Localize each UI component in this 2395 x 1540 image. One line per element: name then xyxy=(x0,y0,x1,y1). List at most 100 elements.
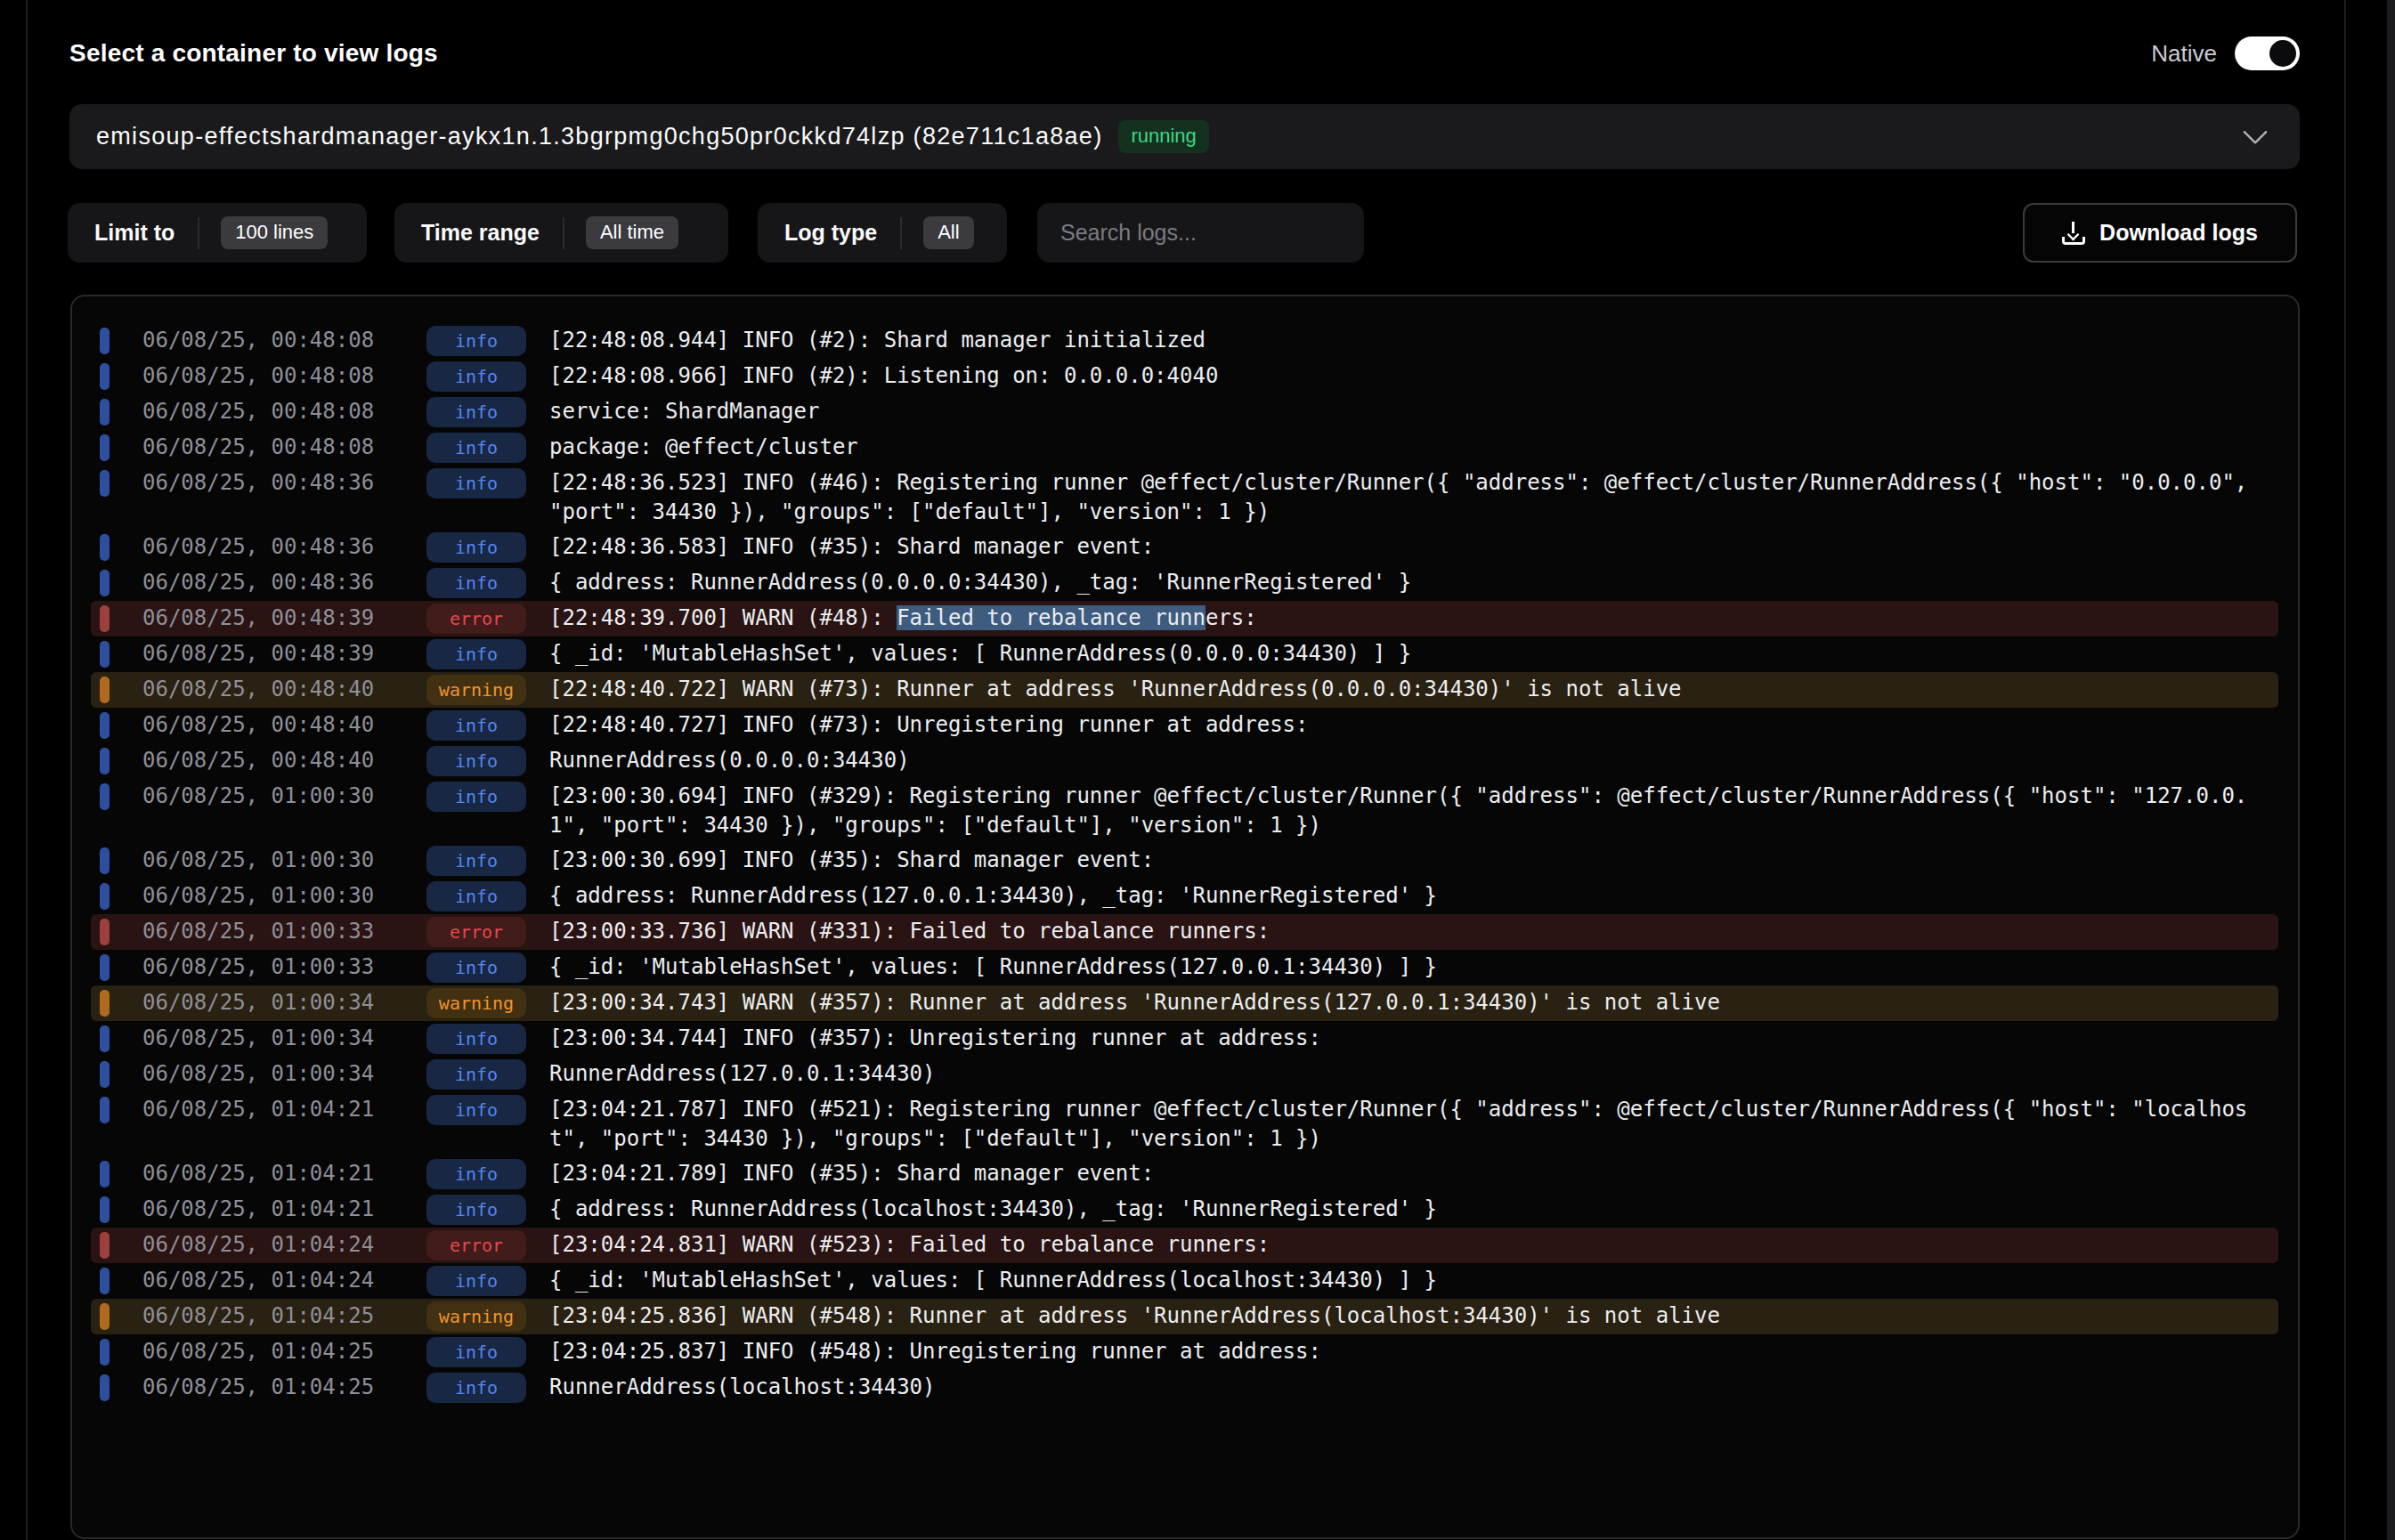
log-row: 06/08/25, 00:48:36info{ address: RunnerA… xyxy=(91,565,2278,601)
log-row: 06/08/25, 01:00:30info[23:00:30.699] INF… xyxy=(91,843,2278,879)
log-message: [23:00:34.744] INFO (#357): Unregisterin… xyxy=(549,1024,2252,1053)
log-row: 06/08/25, 00:48:08info[22:48:08.966] INF… xyxy=(91,359,2278,394)
log-level-bar xyxy=(100,748,110,774)
log-message: package: @effect/cluster xyxy=(549,433,2252,462)
log-level-bar xyxy=(100,1097,110,1123)
log-row: 06/08/25, 00:48:36info[22:48:36.523] INF… xyxy=(91,466,2278,530)
log-level-bar xyxy=(100,434,110,461)
log-level-badge: info xyxy=(426,846,526,876)
native-toggle[interactable] xyxy=(2235,36,2300,70)
log-timestamp: 06/08/25, 00:48:40 xyxy=(142,710,426,740)
log-message: { _id: 'MutableHashSet', values: [ Runne… xyxy=(549,639,2252,669)
log-row: 06/08/25, 00:48:39error[22:48:39.700] WA… xyxy=(91,601,2278,636)
native-toggle-label: Native xyxy=(2151,40,2217,68)
log-type-filter-value[interactable]: All xyxy=(923,216,973,249)
log-level-badge: info xyxy=(426,361,526,392)
log-timestamp: 06/08/25, 01:00:33 xyxy=(142,917,426,946)
log-level-badge: info xyxy=(426,1195,526,1225)
divider xyxy=(198,217,199,249)
search-input[interactable] xyxy=(1060,220,1341,246)
log-level-bar xyxy=(100,712,110,739)
log-row: 06/08/25, 01:00:30info[23:00:30.694] INF… xyxy=(91,779,2278,843)
time-range-filter-label: Time range xyxy=(394,220,563,246)
log-timestamp: 06/08/25, 01:00:34 xyxy=(142,988,426,1017)
log-row: 06/08/25, 01:00:34warning[23:00:34.743] … xyxy=(91,985,2278,1021)
log-timestamp: 06/08/25, 00:48:39 xyxy=(142,604,426,633)
log-timestamp: 06/08/25, 01:00:30 xyxy=(142,881,426,911)
time-range-filter[interactable]: Time range All time xyxy=(394,203,728,263)
log-message: { address: RunnerAddress(localhost:34430… xyxy=(549,1195,2252,1224)
log-timestamp: 06/08/25, 00:48:36 xyxy=(142,532,426,562)
log-message: [23:04:25.836] WARN (#548): Runner at ad… xyxy=(549,1301,2252,1331)
log-timestamp: 06/08/25, 01:00:33 xyxy=(142,952,426,982)
log-timestamp: 06/08/25, 00:48:08 xyxy=(142,397,426,426)
log-timestamp: 06/08/25, 00:48:36 xyxy=(142,568,426,597)
log-level-badge: info xyxy=(426,1266,526,1296)
log-type-filter[interactable]: Log type All xyxy=(758,203,1007,263)
log-timestamp: 06/08/25, 01:04:25 xyxy=(142,1301,426,1331)
log-timestamp: 06/08/25, 00:48:40 xyxy=(142,675,426,704)
log-timestamp: 06/08/25, 01:04:25 xyxy=(142,1373,426,1402)
log-message: [23:00:34.743] WARN (#357): Runner at ad… xyxy=(549,988,2252,1017)
search-box xyxy=(1037,203,1364,263)
log-level-badge: info xyxy=(426,1095,526,1125)
toggle-knob xyxy=(2269,40,2296,67)
log-level-badge: info xyxy=(426,1159,526,1189)
log-level-bar xyxy=(100,1025,110,1052)
log-level-badge: error xyxy=(426,1230,526,1260)
log-level-bar xyxy=(100,1268,110,1294)
log-message: { _id: 'MutableHashSet', values: [ Runne… xyxy=(549,1266,2252,1295)
native-toggle-group: Native xyxy=(2151,36,2300,70)
log-level-badge: info xyxy=(426,782,526,812)
log-level-bar xyxy=(100,328,110,354)
log-level-bar xyxy=(100,399,110,426)
log-timestamp: 06/08/25, 01:00:34 xyxy=(142,1059,426,1089)
log-message: [23:00:30.699] INFO (#35): Shard manager… xyxy=(549,846,2252,875)
log-row: 06/08/25, 01:00:34infoRunnerAddress(127.… xyxy=(91,1057,2278,1092)
log-timestamp: 06/08/25, 01:00:34 xyxy=(142,1024,426,1053)
log-level-badge: info xyxy=(426,1024,526,1054)
log-row: 06/08/25, 00:48:36info[22:48:36.583] INF… xyxy=(91,530,2278,565)
log-timestamp: 06/08/25, 01:04:25 xyxy=(142,1337,426,1366)
log-message: [23:04:24.831] WARN (#523): Failed to re… xyxy=(549,1230,2252,1260)
log-timestamp: 06/08/25, 01:04:21 xyxy=(142,1159,426,1188)
log-message: RunnerAddress(127.0.0.1:34430) xyxy=(549,1059,2252,1089)
log-level-badge: info xyxy=(426,746,526,776)
log-message: [22:48:40.722] WARN (#73): Runner at add… xyxy=(549,675,2252,704)
container-select[interactable]: emisoup-effectshardmanager-aykx1n.1.3bgr… xyxy=(69,104,2300,169)
selected-text: Failed to rebalance runn xyxy=(897,605,1206,630)
log-row: 06/08/25, 01:04:25warning[23:04:25.836] … xyxy=(91,1299,2278,1334)
divider xyxy=(563,217,564,249)
log-level-badge: info xyxy=(426,326,526,356)
log-row: 06/08/25, 00:48:08info[22:48:08.944] INF… xyxy=(91,323,2278,359)
log-message: { _id: 'MutableHashSet', values: [ Runne… xyxy=(549,952,2252,982)
log-row: 06/08/25, 00:48:40info[22:48:40.727] INF… xyxy=(91,708,2278,743)
log-level-badge: info xyxy=(426,1337,526,1367)
log-level-bar xyxy=(100,470,110,497)
log-timestamp: 06/08/25, 01:04:21 xyxy=(142,1195,426,1224)
log-level-bar xyxy=(100,1196,110,1223)
limit-filter-label: Limit to xyxy=(68,220,198,246)
divider xyxy=(900,217,902,249)
limit-filter[interactable]: Limit to 100 lines xyxy=(68,203,367,263)
log-level-bar xyxy=(100,605,110,632)
log-row: 06/08/25, 01:04:24error [23:04:24.831] WA… xyxy=(91,1228,2278,1263)
log-row: 06/08/25, 00:48:08infoservice: ShardMana… xyxy=(91,394,2278,430)
container-name: emisoup-effectshardmanager-aykx1n.1.3bgr… xyxy=(96,123,1102,150)
log-level-badge: info xyxy=(426,1373,526,1403)
limit-filter-value[interactable]: 100 lines xyxy=(221,216,328,249)
time-range-filter-value[interactable]: All time xyxy=(586,216,678,249)
log-row: 06/08/25, 01:04:25infoRunnerAddress(loca… xyxy=(91,1370,2278,1406)
log-message: [22:48:36.583] INFO (#35): Shard manager… xyxy=(549,532,2252,562)
log-timestamp: 06/08/25, 01:04:24 xyxy=(142,1230,426,1260)
download-logs-button[interactable]: Download logs xyxy=(2023,203,2297,263)
log-timestamp: 06/08/25, 01:00:30 xyxy=(142,782,426,811)
log-level-badge: error xyxy=(426,604,526,634)
log-timestamp: 06/08/25, 00:48:08 xyxy=(142,433,426,462)
log-row: 06/08/25, 00:48:40warning[22:48:40.722] … xyxy=(91,672,2278,708)
log-level-bar xyxy=(100,847,110,874)
log-message: [22:48:08.944] INFO (#2): Shard manager … xyxy=(549,326,2252,355)
log-level-badge: error xyxy=(426,917,526,947)
log-message: service: ShardManager xyxy=(549,397,2252,426)
log-level-bar xyxy=(100,534,110,561)
